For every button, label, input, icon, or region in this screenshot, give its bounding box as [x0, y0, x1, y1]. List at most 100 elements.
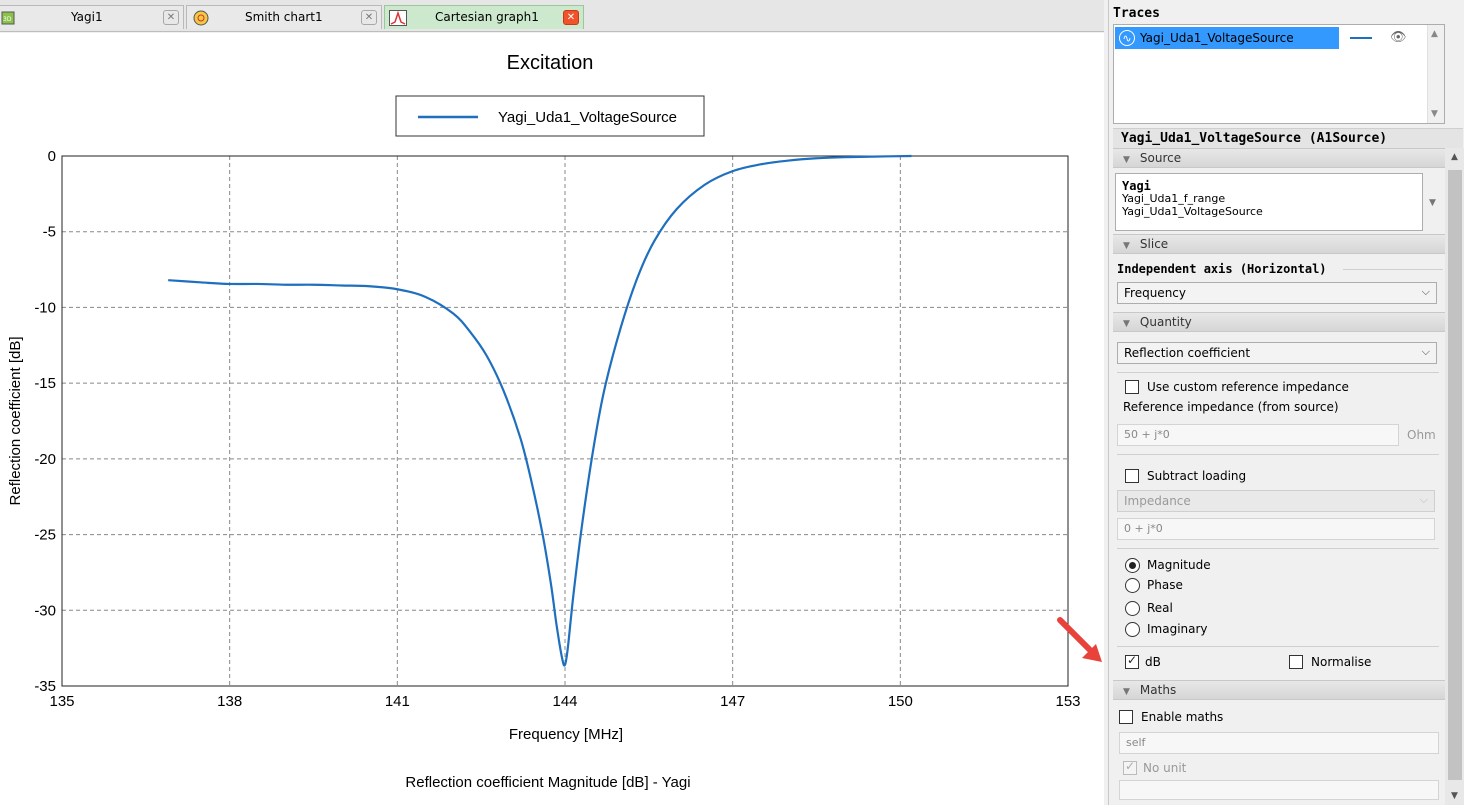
x-tick-label: 144 [552, 693, 577, 710]
radio-magnitude[interactable] [1125, 558, 1140, 573]
svg-text:3D: 3D [3, 16, 12, 23]
normalise-checkbox[interactable] [1289, 655, 1303, 669]
select-value: Impedance [1124, 494, 1191, 508]
subtract-loading-label: Subtract loading [1147, 469, 1247, 483]
close-tab-icon[interactable]: ✕ [163, 10, 179, 25]
legend: Yagi_Uda1_VoltageSource [395, 95, 705, 137]
normalise-label: Normalise [1311, 655, 1372, 669]
series-line [168, 154, 912, 667]
section-label: Source [1139, 151, 1182, 165]
db-checkbox[interactable] [1125, 653, 1139, 669]
independent-axis-label: Independent axis (Horizontal) [1117, 262, 1327, 276]
unit-field[interactable] [1119, 780, 1439, 800]
divider [1343, 269, 1443, 270]
close-tab-icon[interactable]: ✕ [563, 10, 579, 25]
tab-smith-chart1[interactable]: Smith chart1 ✕ [186, 5, 382, 29]
traces-list[interactable]: ∿ Yagi_Uda1_VoltageSource 👁 ▲ ▼ [1113, 24, 1445, 124]
dropdown-icon[interactable]: ▼ [1429, 198, 1436, 208]
reflection-chart: Excitation Yagi_Uda1_VoltageSource 135 13… [7, 52, 1081, 791]
custom-reference-impedance-checkbox[interactable] [1125, 380, 1139, 394]
section-maths[interactable]: ▼ Maths [1113, 680, 1445, 700]
properties-scrollbar[interactable]: ▲ ▼ [1445, 148, 1464, 805]
y-tick-label: 0 [48, 148, 56, 165]
document-tab-bar: 3D Yagi1 ✕ Smith chart1 ✕ Cartesian grap… [0, 0, 1104, 32]
collapse-icon: ▼ [1123, 687, 1130, 697]
quantity-select[interactable]: Reflection coefficient ⌵ [1117, 342, 1437, 364]
eye-icon[interactable]: 👁 [1390, 30, 1407, 45]
radio-phase[interactable] [1125, 578, 1140, 593]
impedance-unit: Ohm [1407, 428, 1436, 442]
traces-header: Traces [1113, 6, 1160, 21]
legend-label: Yagi_Uda1_VoltageSource [498, 109, 677, 126]
y-axis-label: Reflection coefficient [dB] [7, 337, 24, 506]
scroll-up-icon[interactable]: ▲ [1431, 29, 1438, 39]
chevron-down-icon: ⌵ [1419, 493, 1428, 506]
annotation-arrow [1057, 617, 1102, 662]
source-line: Yagi [1122, 179, 1151, 193]
trace-line-swatch [1350, 37, 1372, 39]
section-quantity[interactable]: ▼ Quantity [1113, 312, 1445, 332]
radio-real-label: Real [1147, 601, 1173, 615]
tab-cartesian-graph1[interactable]: Cartesian graph1 ✕ [384, 5, 584, 29]
section-source[interactable]: ▼ Source [1113, 148, 1445, 168]
independent-axis-select[interactable]: Frequency ⌵ [1117, 282, 1437, 304]
chart-title: Excitation [507, 52, 594, 74]
divider [1117, 372, 1439, 373]
x-tick-label: 153 [1055, 693, 1080, 710]
trace-item-label: Yagi_Uda1_VoltageSource [1140, 31, 1294, 45]
section-label: Quantity [1139, 315, 1192, 329]
reference-impedance-label: Reference impedance (from source) [1123, 400, 1339, 414]
chevron-down-icon: ⌵ [1421, 345, 1430, 358]
radio-imaginary[interactable] [1125, 622, 1140, 637]
divider [1117, 454, 1439, 455]
enable-maths-checkbox[interactable] [1119, 710, 1133, 724]
x-tick-label: 150 [888, 693, 913, 710]
select-value: Reflection coefficient [1124, 346, 1251, 360]
close-tab-icon[interactable]: ✕ [361, 10, 377, 25]
x-tick-label: 135 [49, 693, 74, 710]
reference-impedance-field[interactable]: 50 + j*0 [1117, 424, 1399, 446]
no-unit-checkbox[interactable] [1123, 759, 1137, 775]
section-slice[interactable]: ▼ Slice [1113, 234, 1445, 254]
y-tick-label: -25 [34, 527, 56, 544]
collapse-icon: ▼ [1123, 319, 1130, 329]
tab-yagi1[interactable]: 3D Yagi1 ✕ [0, 5, 184, 29]
loading-type-select[interactable]: Impedance ⌵ [1117, 490, 1435, 512]
scroll-up-icon[interactable]: ▲ [1451, 152, 1458, 162]
source-line: Yagi_Uda1_VoltageSource [1122, 205, 1263, 218]
section-label: Slice [1139, 237, 1169, 251]
maths-expression-field[interactable]: self [1119, 732, 1439, 754]
scroll-down-icon[interactable]: ▼ [1431, 109, 1438, 119]
y-tick-label: -20 [34, 451, 56, 468]
loading-value-field[interactable]: 0 + j*0 [1117, 518, 1435, 540]
y-tick-label: -35 [34, 678, 56, 695]
tab-label: Cartesian graph1 [435, 10, 539, 24]
select-value: Frequency [1124, 286, 1186, 300]
scroll-down-icon[interactable]: ▼ [1451, 791, 1458, 801]
section-label: Maths [1139, 683, 1177, 697]
divider [1117, 548, 1439, 549]
chart-subtitle: Reflection coefficient Magnitude [dB] - … [405, 774, 690, 791]
no-unit-label: No unit [1143, 761, 1187, 775]
trace-item[interactable]: ∿ Yagi_Uda1_VoltageSource [1115, 27, 1339, 49]
traces-scrollbar[interactable]: ▲ ▼ [1427, 25, 1444, 123]
radio-real[interactable] [1125, 601, 1140, 616]
cartesian-graph-view: Excitation Yagi_Uda1_VoltageSource 135 13… [0, 33, 1104, 805]
subtract-loading-checkbox[interactable] [1125, 469, 1139, 483]
enable-maths-label: Enable maths [1141, 710, 1224, 724]
scrollbar-thumb[interactable] [1448, 170, 1462, 780]
wave-icon: ∿ [1119, 30, 1135, 46]
3d-model-icon: 3D [1, 10, 17, 26]
x-tick-label: 147 [720, 693, 745, 710]
radio-magnitude-label: Magnitude [1147, 558, 1211, 572]
x-tick-label: 141 [385, 693, 410, 710]
collapse-icon: ▼ [1123, 155, 1130, 165]
cartesian-graph-icon [389, 10, 407, 26]
y-tick-label: -5 [43, 224, 56, 241]
chevron-down-icon: ⌵ [1421, 285, 1430, 298]
tab-label: Yagi1 [71, 10, 103, 24]
source-selector[interactable]: Yagi Yagi_Uda1_f_range Yagi_Uda1_Voltage… [1115, 173, 1423, 231]
db-label: dB [1145, 655, 1161, 669]
properties-body: ▼ Source Yagi Yagi_Uda1_f_range Yagi_Uda1… [1113, 148, 1445, 805]
y-tick-label: -30 [34, 602, 56, 619]
